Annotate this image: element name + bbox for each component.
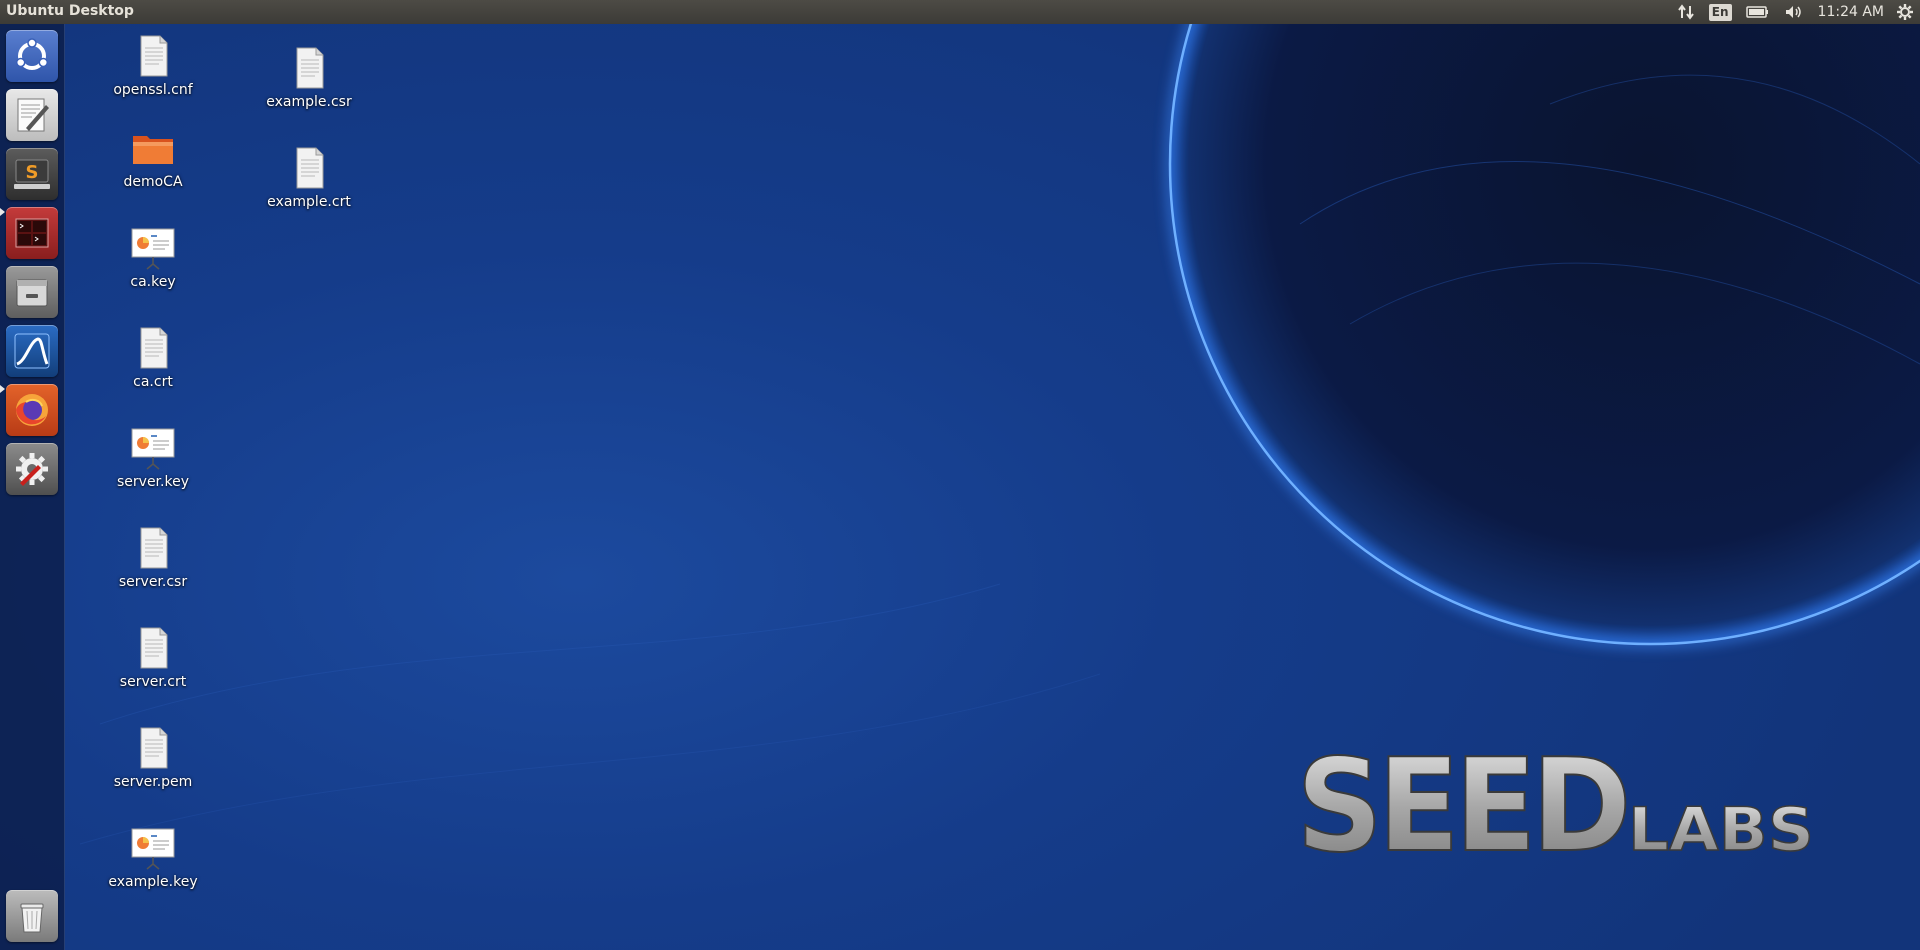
gear-icon[interactable] (1896, 0, 1914, 24)
launcher-item-system-settings[interactable] (6, 443, 58, 495)
desktop-folder-democa[interactable]: demoCA (98, 124, 208, 190)
presentation-icon (131, 828, 175, 870)
desktop-file-ca-crt[interactable]: ca.crt (98, 324, 208, 390)
desktop-file-example-crt[interactable]: example.crt (254, 144, 364, 210)
sublime-text-icon: S (14, 159, 50, 189)
document-icon (140, 727, 168, 769)
desktop-file-label: demoCA (123, 174, 183, 190)
wireshark-icon (14, 333, 50, 369)
logo-seed-text: SEED (1296, 738, 1626, 868)
launcher-item-wireshark[interactable] (6, 325, 58, 377)
presentation-icon (131, 228, 175, 270)
document-icon (140, 627, 168, 669)
battery-icon[interactable] (1745, 0, 1770, 24)
terminal-icon (15, 218, 49, 248)
logo-labs-text: LABS (1628, 795, 1814, 865)
desktop-file-label: server.pem (113, 774, 193, 790)
desktop-file-label: server.key (117, 474, 189, 490)
launcher-item-files[interactable] (6, 266, 58, 318)
top-panel: Ubuntu Desktop En 11:24 AM (0, 0, 1920, 24)
running-indicator (0, 385, 5, 393)
launcher-item-dash[interactable] (6, 30, 58, 82)
document-icon (296, 47, 324, 89)
volume-icon[interactable] (1784, 0, 1804, 24)
desktop-file-server-csr[interactable]: server.csr (98, 524, 208, 590)
running-indicator (0, 208, 5, 216)
clock[interactable]: 11:24 AM (1818, 0, 1884, 24)
folder-icon (133, 136, 173, 164)
desktop-file-label: openssl.cnf (113, 82, 193, 98)
seed-labs-logo: SEED LABS (1296, 738, 1815, 868)
firefox-icon (16, 394, 48, 426)
document-icon (140, 327, 168, 369)
desktop-file-openssl-cnf[interactable]: openssl.cnf (98, 32, 208, 98)
desktop-file-example-csr[interactable]: example.csr (254, 44, 364, 110)
keyboard-layout-indicator[interactable]: En (1708, 4, 1732, 21)
launcher-item-text-editor[interactable] (6, 89, 58, 141)
desktop-file-label: server.crt (119, 674, 187, 690)
ubuntu-logo-icon (15, 38, 49, 70)
launcher-item-sublime-text[interactable]: S (6, 148, 58, 200)
desktop-file-label: ca.key (130, 274, 176, 290)
desktop-file-label: ca.crt (133, 374, 173, 390)
desktop-file-server-key[interactable]: server.key (98, 424, 208, 490)
trash-icon (20, 903, 44, 933)
launcher-item-firefox[interactable] (6, 384, 58, 436)
files-icon (16, 279, 48, 307)
indicator-area: En 11:24 AM (1677, 0, 1920, 24)
desktop-file-server-pem[interactable]: server.pem (98, 724, 208, 790)
launcher-item-trash[interactable] (6, 890, 58, 942)
desktop-file-label: server.csr (118, 574, 188, 590)
panel-title: Ubuntu Desktop (6, 3, 134, 19)
settings-icon (16, 453, 48, 486)
desktop-file-server-crt[interactable]: server.crt (98, 624, 208, 690)
svg-text:S: S (26, 162, 39, 183)
desktop-file-label: example.crt (267, 194, 351, 210)
desktop-file-label: example.csr (266, 94, 352, 110)
launcher-item-terminal[interactable] (6, 207, 58, 259)
document-icon (140, 527, 168, 569)
desktop-background[interactable]: SEED LABS openssl.cnf demoCA ca.key ca.c… (0, 24, 1920, 950)
presentation-icon (131, 428, 175, 470)
launcher: S (0, 24, 65, 950)
desktop-file-label: example.key (108, 874, 198, 890)
desktop-file-ca-key[interactable]: ca.key (98, 224, 208, 290)
document-icon (140, 35, 168, 77)
desktop-file-example-key[interactable]: example.key (98, 824, 208, 890)
document-icon (296, 147, 324, 189)
text-editor-icon (17, 98, 49, 132)
network-arrows-icon[interactable] (1677, 0, 1695, 24)
